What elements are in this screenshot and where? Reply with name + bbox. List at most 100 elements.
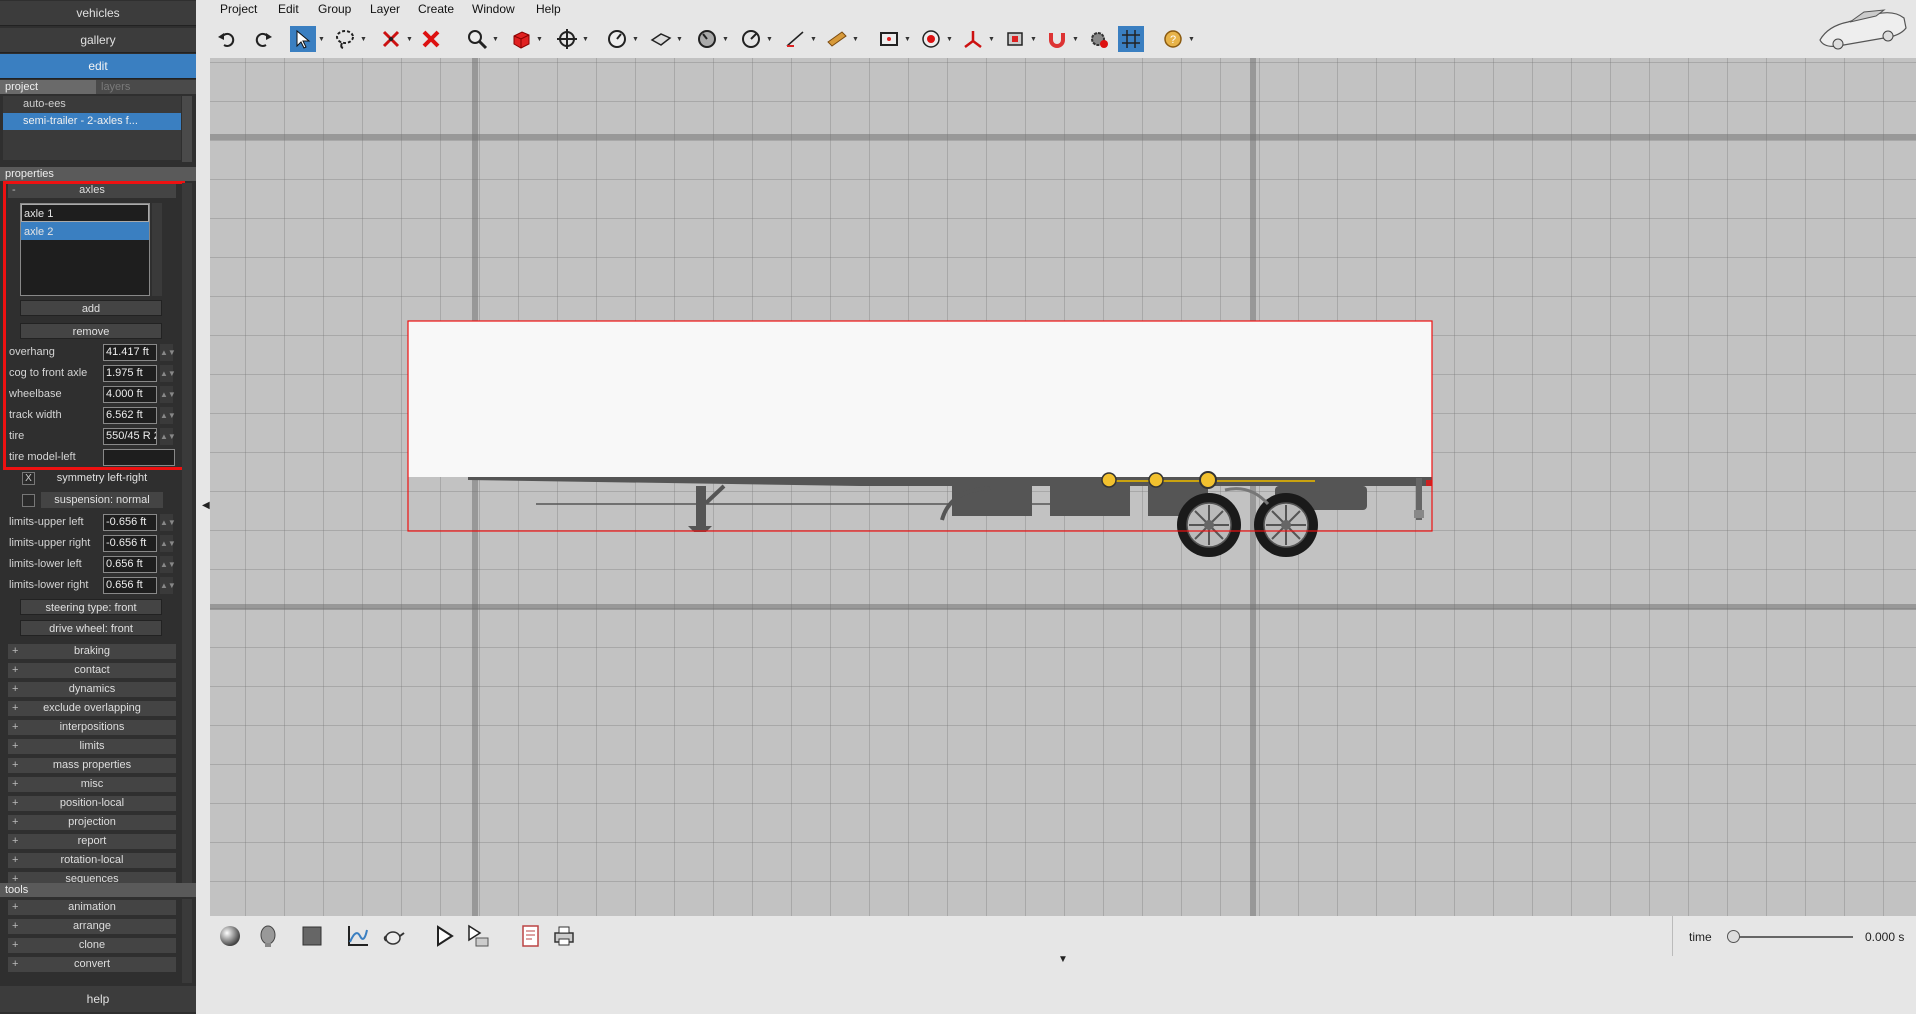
delete-tool[interactable] bbox=[418, 26, 444, 52]
graph-tool[interactable] bbox=[344, 922, 372, 950]
axis-tool[interactable] bbox=[960, 26, 986, 52]
symmetry-checkbox[interactable]: X bbox=[22, 472, 35, 485]
property-group-dynamics[interactable]: + dynamics bbox=[8, 682, 176, 697]
property-group-position-local[interactable]: + position-local bbox=[8, 796, 176, 811]
ruler-tool[interactable] bbox=[824, 26, 850, 52]
properties-scrollbar[interactable] bbox=[182, 183, 192, 883]
menu-layer[interactable]: Layer bbox=[370, 2, 400, 16]
expand-bottom-arrow-icon[interactable]: ▼ bbox=[1058, 954, 1068, 965]
head-model-tool[interactable] bbox=[254, 922, 282, 950]
steering-type-button[interactable]: steering type: front bbox=[20, 599, 162, 615]
drive-wheel-button[interactable]: drive wheel: front bbox=[20, 620, 162, 636]
report-button[interactable] bbox=[516, 922, 544, 950]
limits-upper-left-spin[interactable]: ▲▼ bbox=[160, 514, 176, 531]
plane-tool[interactable] bbox=[648, 26, 674, 52]
lasso-dropdown-icon[interactable]: ▼ bbox=[360, 36, 367, 43]
limits-upper-left-field[interactable]: -0.656 ft bbox=[103, 514, 157, 531]
zoom-dropdown-icon[interactable]: ▼ bbox=[492, 36, 499, 43]
menu-project[interactable]: Project bbox=[220, 2, 257, 16]
limits-lower-left-spin[interactable]: ▲▼ bbox=[160, 556, 176, 573]
undo-button[interactable] bbox=[214, 26, 240, 52]
wheel-rear[interactable] bbox=[1254, 493, 1318, 557]
wheel-front[interactable] bbox=[1177, 493, 1241, 557]
limits-lower-right-spin[interactable]: ▲▼ bbox=[160, 577, 176, 594]
shade-tool[interactable] bbox=[298, 922, 326, 950]
project-item-auto-ees[interactable]: auto-ees bbox=[3, 96, 181, 113]
tab-project[interactable]: project bbox=[0, 80, 96, 94]
help-dropdown-icon[interactable]: ▼ bbox=[1188, 36, 1195, 43]
box-dropdown-icon[interactable]: ▼ bbox=[536, 36, 543, 43]
project-item-semi-trailer[interactable]: semi-trailer - 2-axles f... bbox=[3, 113, 181, 130]
ruler-dropdown-icon[interactable]: ▼ bbox=[852, 36, 859, 43]
axle-marker-2-icon[interactable] bbox=[1148, 472, 1164, 488]
move-tool[interactable] bbox=[554, 26, 580, 52]
tool-group-convert[interactable]: + convert bbox=[8, 957, 176, 972]
record-dropdown-icon[interactable]: ▼ bbox=[946, 36, 953, 43]
teapot-tool[interactable] bbox=[380, 922, 408, 950]
menu-help[interactable]: Help bbox=[536, 2, 561, 16]
trailer-model[interactable] bbox=[210, 58, 1916, 916]
suspension-button[interactable]: suspension: normal bbox=[41, 492, 163, 508]
play-button[interactable] bbox=[430, 922, 458, 950]
help-tool[interactable]: ? bbox=[1160, 26, 1186, 52]
delete-selected-tool[interactable] bbox=[378, 26, 404, 52]
menu-group[interactable]: Group bbox=[318, 2, 351, 16]
radius-dropdown-icon[interactable]: ▼ bbox=[766, 36, 773, 43]
menu-window[interactable]: Window bbox=[472, 2, 515, 16]
magnet-tool[interactable] bbox=[1044, 26, 1070, 52]
settings-tool[interactable] bbox=[1086, 26, 1112, 52]
camera-view-tool[interactable] bbox=[876, 26, 902, 52]
tool-group-clone[interactable]: + clone bbox=[8, 938, 176, 953]
collapse-panel-arrow-icon[interactable]: ◀ bbox=[202, 500, 210, 511]
property-group-report[interactable]: + report bbox=[8, 834, 176, 849]
lasso-tool[interactable] bbox=[332, 26, 358, 52]
dial-tool[interactable] bbox=[694, 26, 720, 52]
dial-dropdown-icon[interactable]: ▼ bbox=[722, 36, 729, 43]
property-group-limits[interactable]: + limits bbox=[8, 739, 176, 754]
record-tool[interactable] bbox=[918, 26, 944, 52]
delete-dropdown-icon[interactable]: ▼ bbox=[406, 36, 413, 43]
tools-scrollbar[interactable] bbox=[182, 899, 192, 983]
property-group-projection[interactable]: + projection bbox=[8, 815, 176, 830]
measure-angle-tool[interactable] bbox=[604, 26, 630, 52]
tool-group-arrange[interactable]: + arrange bbox=[8, 919, 176, 934]
tool-group-animation[interactable]: + animation bbox=[8, 900, 176, 915]
dimension-tool[interactable] bbox=[782, 26, 808, 52]
menu-edit[interactable]: Edit bbox=[278, 2, 299, 16]
edit-button[interactable]: edit bbox=[0, 54, 196, 79]
limits-upper-right-field[interactable]: -0.656 ft bbox=[103, 535, 157, 552]
print-button[interactable] bbox=[550, 922, 578, 950]
property-group-mass-properties[interactable]: + mass properties bbox=[8, 758, 176, 773]
menu-create[interactable]: Create bbox=[418, 2, 454, 16]
help-button[interactable]: help bbox=[0, 986, 196, 1012]
limits-lower-left-field[interactable]: 0.656 ft bbox=[103, 556, 157, 573]
tab-layers[interactable]: layers bbox=[96, 80, 166, 94]
property-group-contact[interactable]: + contact bbox=[8, 663, 176, 678]
camera-dropdown-icon[interactable]: ▼ bbox=[904, 36, 911, 43]
axle-marker-1-icon[interactable] bbox=[1101, 472, 1117, 488]
time-slider-track[interactable] bbox=[1733, 936, 1853, 938]
snapshot-tool[interactable] bbox=[1002, 26, 1028, 52]
property-group-misc[interactable]: + misc bbox=[8, 777, 176, 792]
property-group-braking[interactable]: + braking bbox=[8, 644, 176, 659]
gallery-button[interactable]: gallery bbox=[0, 28, 196, 53]
project-scrollbar[interactable] bbox=[182, 96, 192, 162]
axis-dropdown-icon[interactable]: ▼ bbox=[988, 36, 995, 43]
property-group-exclude-overlapping[interactable]: + exclude overlapping bbox=[8, 701, 176, 716]
plane-dropdown-icon[interactable]: ▼ bbox=[676, 36, 683, 43]
select-dropdown-icon[interactable]: ▼ bbox=[318, 36, 325, 43]
zoom-tool[interactable] bbox=[464, 26, 490, 52]
material-sphere-tool[interactable] bbox=[216, 922, 244, 950]
property-group-interpositions[interactable]: + interpositions bbox=[8, 720, 176, 735]
move-dropdown-icon[interactable]: ▼ bbox=[582, 36, 589, 43]
3d-viewport[interactable] bbox=[210, 58, 1916, 916]
snapshot-dropdown-icon[interactable]: ▼ bbox=[1030, 36, 1037, 43]
play-frames-button[interactable] bbox=[464, 922, 492, 950]
box-tool[interactable] bbox=[508, 26, 534, 52]
magnet-dropdown-icon[interactable]: ▼ bbox=[1072, 36, 1079, 43]
time-slider-handle[interactable] bbox=[1727, 930, 1740, 943]
grid-toggle[interactable] bbox=[1118, 26, 1144, 52]
radius-tool[interactable] bbox=[738, 26, 764, 52]
select-tool[interactable] bbox=[290, 26, 316, 52]
gauge-dropdown-icon[interactable]: ▼ bbox=[632, 36, 639, 43]
